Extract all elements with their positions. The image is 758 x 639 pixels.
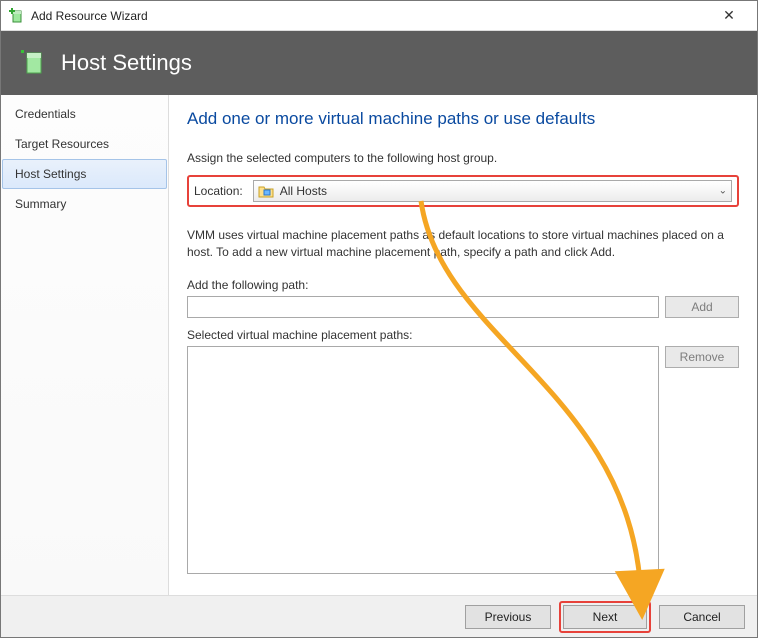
location-row-highlight: Location: All Hosts ⌄	[187, 175, 739, 207]
path-input[interactable]	[187, 296, 659, 318]
chevron-down-icon: ⌄	[719, 186, 727, 197]
location-combobox[interactable]: All Hosts ⌄	[253, 180, 732, 202]
step-summary[interactable]: Summary	[2, 189, 167, 219]
close-button[interactable]: ✕	[709, 7, 749, 24]
location-value: All Hosts	[280, 184, 327, 198]
wizard-main: Add one or more virtual machine paths or…	[169, 95, 757, 595]
cancel-button[interactable]: Cancel	[659, 605, 745, 629]
location-label: Location:	[194, 184, 253, 198]
titlebar: Add Resource Wizard ✕	[1, 1, 757, 31]
wizard-header: Host Settings	[1, 31, 757, 95]
add-path-label: Add the following path:	[187, 278, 739, 292]
wizard-footer: Previous Next Cancel	[1, 595, 757, 637]
remove-button[interactable]: Remove	[665, 346, 739, 368]
wizard-steps-sidebar: Credentials Target Resources Host Settin…	[1, 95, 169, 595]
assign-text: Assign the selected computers to the fol…	[187, 151, 739, 165]
description-text: VMM uses virtual machine placement paths…	[187, 227, 739, 262]
host-settings-icon	[19, 49, 47, 77]
step-target-resources[interactable]: Target Resources	[2, 129, 167, 159]
app-icon	[9, 8, 25, 24]
selected-paths-label: Selected virtual machine placement paths…	[187, 328, 739, 342]
step-credentials[interactable]: Credentials	[2, 99, 167, 129]
next-button[interactable]: Next	[563, 605, 647, 629]
wizard-body: Credentials Target Resources Host Settin…	[1, 95, 757, 595]
add-path-row: Add	[187, 296, 739, 318]
hosts-folder-icon	[258, 183, 274, 199]
page-title: Host Settings	[61, 50, 192, 76]
previous-button[interactable]: Previous	[465, 605, 551, 629]
selected-paths-side: Remove	[665, 346, 739, 574]
step-host-settings[interactable]: Host Settings	[2, 159, 167, 189]
window-title: Add Resource Wizard	[31, 9, 709, 23]
selected-paths-listbox[interactable]	[187, 346, 659, 574]
next-button-highlight: Next	[559, 601, 651, 633]
selected-paths-row: Remove	[187, 346, 739, 574]
add-button[interactable]: Add	[665, 296, 739, 318]
main-heading: Add one or more virtual machine paths or…	[187, 109, 739, 129]
